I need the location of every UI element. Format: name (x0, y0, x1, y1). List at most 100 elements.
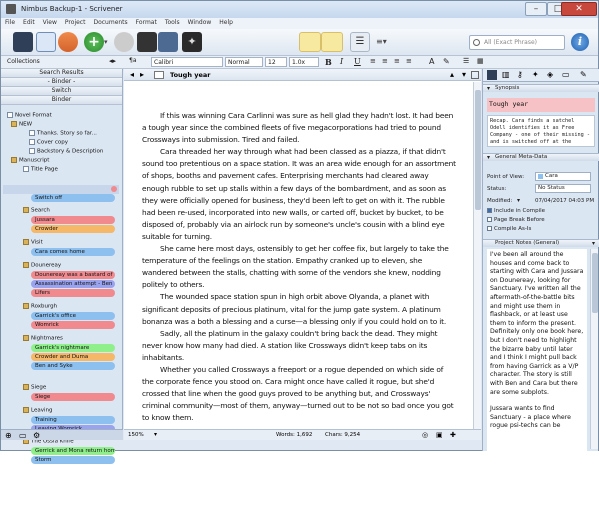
include-compile-checkbox[interactable]: Include in Compile (487, 208, 545, 214)
keywords-icon[interactable]: ✦ (182, 32, 202, 52)
menu-help[interactable]: Help (215, 18, 237, 27)
project-notes-header[interactable]: Project Notes (General) ▾ (483, 239, 599, 247)
add-dropdown-icon[interactable]: ▾ (104, 32, 112, 52)
binder-scene-item[interactable]: Switch off (31, 194, 115, 202)
add-folder-icon[interactable]: ▭ (19, 431, 27, 440)
menu-file[interactable]: File (1, 18, 19, 27)
editor-paragraph[interactable]: If this was winning Cara Carlinni was su… (142, 110, 456, 146)
comment-icon[interactable]: ▣ (436, 431, 443, 439)
corkboard-view-icon[interactable] (321, 32, 343, 52)
binder-scene-item[interactable]: Garrick's office (31, 312, 115, 320)
editor-paragraph[interactable]: Whether you called Crossways a freeport … (142, 364, 456, 424)
binder-folder[interactable]: Manuscript (1, 157, 123, 166)
binder-folder[interactable]: Nightmares (1, 335, 123, 344)
align-center-icon[interactable]: ≡ (382, 57, 388, 65)
binder-scene-item[interactable]: Assassination attempt - Ben (31, 280, 115, 288)
editor-scrollbar[interactable] (473, 82, 481, 429)
binder-tab[interactable]: Binder (1, 96, 122, 105)
italic-button[interactable]: I (340, 57, 343, 66)
highlight-icon[interactable]: ✎ (443, 57, 450, 66)
scrivenings-view-icon[interactable] (299, 32, 321, 52)
search-input[interactable]: All (Exact Phrase) (469, 35, 565, 50)
modified-dropdown-icon[interactable]: ▾ (517, 197, 520, 204)
sync-icon[interactable] (58, 32, 78, 52)
align-right-icon[interactable]: ≡ (394, 57, 400, 65)
target-icon[interactable]: ◎ (422, 431, 428, 439)
notes-scrollbar[interactable] (590, 249, 598, 449)
synopsis-header[interactable]: Synopsis ▾ (483, 84, 599, 92)
line-spacing-select[interactable]: 1.0x (289, 57, 319, 67)
text-color-icon[interactable]: A (429, 57, 434, 66)
page-break-checkbox[interactable]: Page Break Before (487, 217, 545, 223)
comments-tab-icon[interactable]: ▭ (562, 70, 570, 79)
close-button[interactable]: ✕ (561, 2, 597, 16)
binder-scene-item[interactable]: Storm (31, 456, 115, 464)
notes-tab-icon[interactable] (487, 70, 497, 80)
collapse-synopsis-icon[interactable]: ▾ (487, 85, 490, 92)
settings-gear-icon[interactable]: ⚙ (33, 431, 40, 440)
collections-icon[interactable] (36, 32, 56, 52)
font-family-select[interactable]: Calibri (151, 57, 223, 67)
binder-document[interactable]: Thanks. Story so far... (1, 130, 123, 139)
binder-folder[interactable]: Roxburgh (1, 303, 123, 312)
editor-paragraph[interactable]: Cara threaded her way through what had b… (142, 146, 456, 243)
pov-select[interactable]: Cara (535, 172, 591, 181)
list-icon[interactable]: ☰ (463, 57, 469, 65)
binder-scene-item[interactable]: Crowder (31, 225, 115, 233)
binder-document[interactable]: Cover copy (1, 139, 123, 148)
info-icon[interactable]: i (571, 33, 589, 51)
meta-data-header[interactable]: General Meta-Data ▾ (483, 153, 599, 161)
keywords-tab-icon[interactable]: ⚷ (517, 70, 523, 79)
snapshots-tab-icon[interactable]: ◈ (547, 70, 553, 79)
trash-icon[interactable] (114, 32, 134, 52)
metadata-tab-icon[interactable]: ✦ (532, 70, 539, 79)
underline-button[interactable]: U (354, 57, 361, 66)
compose-mode-icon[interactable] (137, 32, 157, 52)
notes-menu-icon[interactable]: ▾ (592, 240, 595, 247)
switch-tab[interactable]: Switch (1, 87, 122, 96)
collapse-meta-icon[interactable]: ▾ (487, 154, 490, 161)
menu-edit[interactable]: Edit (19, 18, 39, 27)
split-icon[interactable] (471, 71, 479, 79)
menu-window[interactable]: Window (184, 18, 216, 27)
menu-tools[interactable]: Tools (161, 18, 184, 27)
search-results-tab[interactable]: Search Results (1, 69, 122, 78)
status-select[interactable]: No Status (535, 184, 591, 193)
synopsis-text[interactable]: Recap. Cara finds a satchel Odell identi… (487, 115, 595, 147)
font-face-select[interactable]: Normal (225, 57, 263, 67)
align-left-icon[interactable]: ≡ (370, 57, 376, 65)
nav-down-icon[interactable]: ▾ (462, 70, 466, 79)
menu-documents[interactable]: Documents (89, 18, 131, 27)
binder-folder[interactable]: Dounereay (1, 262, 123, 271)
binder-scene-item[interactable]: Womrick (31, 321, 115, 329)
binder-folder[interactable]: Leaving (1, 407, 123, 416)
binder-scene-item[interactable]: Training (31, 416, 115, 424)
binder-scene-item[interactable]: Jussara (31, 216, 115, 224)
synopsis-title[interactable]: Tough year (487, 98, 595, 112)
references-tab-icon[interactable]: ▥ (502, 70, 510, 79)
quick-reference-icon[interactable] (158, 32, 178, 52)
add-icon[interactable]: + (84, 32, 104, 52)
collections-arrows-icon[interactable]: ◂▸ (109, 57, 116, 65)
binder-scene-item[interactable]: Cara comes home (31, 248, 115, 256)
font-size-select[interactable]: 12 (265, 57, 287, 67)
binder-folder[interactable]: Visit (1, 239, 123, 248)
editor-paragraph[interactable]: Sadly, all the platinum in the galaxy co… (142, 328, 456, 364)
add-document-icon[interactable]: ⊕ (5, 431, 12, 440)
zoom-select[interactable]: 150% (128, 432, 144, 438)
style-icon[interactable]: ¶a (129, 57, 137, 64)
binder-folder[interactable]: Search (1, 207, 123, 216)
binder-scene-item[interactable]: Siege (31, 393, 115, 401)
menu-format[interactable]: Format (132, 18, 161, 27)
menu-view[interactable]: View (39, 18, 61, 27)
justify-icon[interactable]: ≡ (406, 57, 412, 65)
editor-paragraph[interactable]: The wounded space station spun in high o… (142, 291, 456, 327)
binder-folder[interactable]: NEW (1, 121, 123, 130)
compile-as-is-checkbox[interactable]: Compile As-Is (487, 226, 531, 232)
table-icon[interactable]: ▦ (477, 57, 484, 65)
binder-document[interactable]: Novel Format (1, 112, 123, 121)
menu-project[interactable]: Project (61, 18, 90, 27)
nav-back-icon[interactable]: ◂ (130, 70, 134, 79)
footnote-icon[interactable]: ✚ (450, 431, 456, 439)
editor-text[interactable]: If this was winning Cara Carlinni was su… (130, 82, 476, 427)
